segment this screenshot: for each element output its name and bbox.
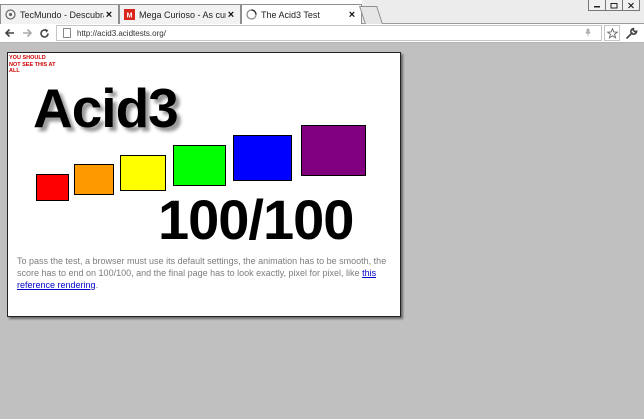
box-red [36, 174, 69, 201]
close-icon[interactable]: × [347, 9, 357, 20]
description-suffix: . [95, 280, 99, 290]
close-icon[interactable]: × [104, 9, 114, 20]
box-purple [301, 125, 366, 176]
acid3-page: YOU SHOULD NOT SEE THIS AT ALL Acid3 100… [7, 52, 401, 317]
reload-icon [40, 28, 49, 38]
restore-button[interactable] [605, 0, 623, 11]
address-bar[interactable]: http://acid3.acidtests.org/ [56, 25, 602, 41]
box-orange [74, 164, 114, 195]
back-arrow-icon [4, 28, 14, 38]
tab-title: The Acid3 Test [261, 9, 320, 20]
restore-icon [610, 2, 618, 8]
bookmark-star-icon [606, 27, 618, 39]
minimize-icon [594, 6, 600, 8]
forward-arrow-icon [23, 28, 33, 38]
microphone-icon[interactable] [585, 28, 591, 39]
box-blue [233, 135, 292, 181]
tab-tecmundo[interactable]: TecMundo - Descubra × [0, 4, 119, 24]
wrench-menu-icon [625, 27, 637, 39]
megacurioso-favicon-icon: M [124, 9, 135, 20]
tab-acid3[interactable]: The Acid3 Test × [241, 4, 362, 24]
tab-megacurioso[interactable]: M Mega Curioso - As curi × [119, 4, 241, 24]
description-text: To pass the test, a browser must use its… [17, 255, 387, 291]
bookmark-star-button[interactable] [604, 25, 620, 41]
minimize-button[interactable] [588, 0, 606, 11]
url-text: http://acid3.acidtests.org/ [77, 28, 166, 38]
tab-title: TecMundo - Descubra [20, 9, 104, 20]
back-button[interactable] [2, 25, 17, 41]
description-body: To pass the test, a browser must use its… [17, 256, 387, 278]
close-icon[interactable]: × [226, 9, 236, 20]
window-controls [588, 0, 640, 11]
loading-favicon-icon [246, 9, 257, 20]
box-green [173, 145, 226, 186]
window-close-icon [628, 2, 634, 8]
tecmundo-favicon-icon [5, 9, 16, 20]
reload-button[interactable] [37, 25, 52, 41]
forward-button[interactable] [20, 25, 35, 41]
page-title: Acid3 [33, 77, 179, 139]
tab-strip: TecMundo - Descubra × M Mega Curioso - A… [0, 0, 644, 24]
box-yellow [120, 155, 166, 191]
score-text: 100/100 [158, 188, 354, 251]
wrench-menu-button[interactable] [622, 25, 640, 41]
window-close-button[interactable] [622, 0, 640, 11]
browser-toolbar: http://acid3.acidtests.org/ [0, 24, 644, 43]
page-icon [63, 28, 71, 38]
svg-text:M: M [127, 13, 133, 20]
hidden-warning-text: YOU SHOULD NOT SEE THIS AT ALL [9, 55, 56, 74]
tab-title: Mega Curioso - As curi [139, 9, 226, 20]
